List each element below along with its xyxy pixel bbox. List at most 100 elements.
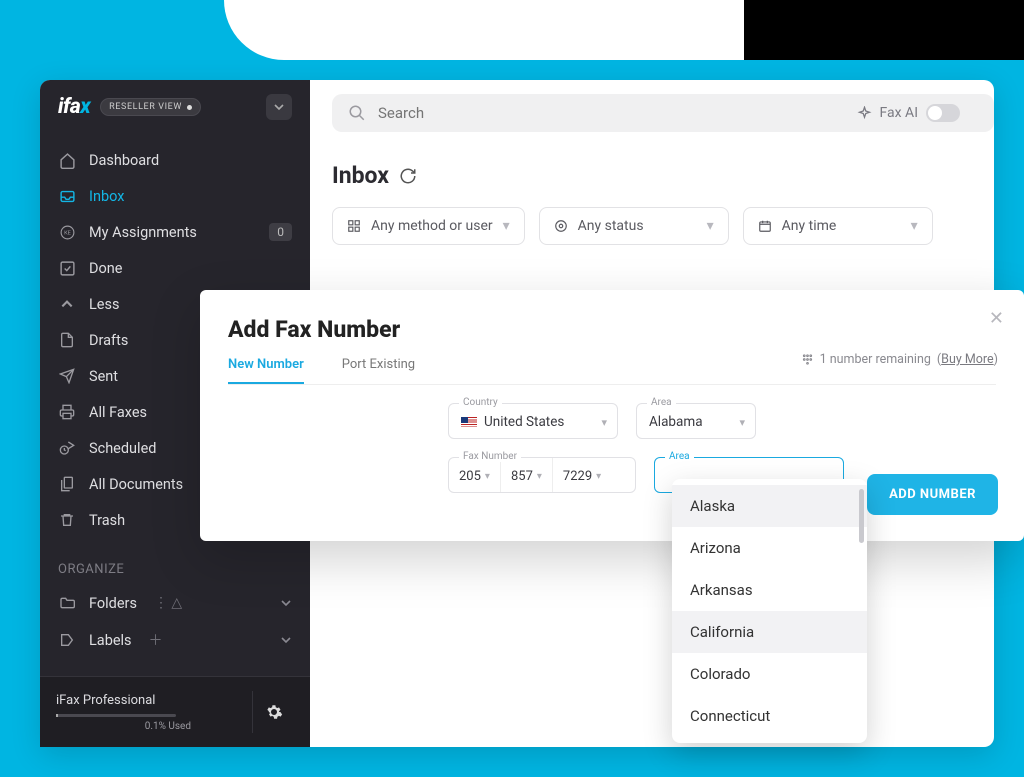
sidebar-item-label: Dashboard [89, 152, 159, 169]
filter-label: Any status [578, 218, 644, 234]
field-label: Country [459, 397, 502, 408]
buy-more-link[interactable]: Buy More [941, 352, 993, 367]
filter-method[interactable]: Any method or user ▾ [332, 207, 525, 245]
document-icon [58, 331, 76, 349]
trash-icon [58, 511, 76, 529]
area-option[interactable]: Colorado [672, 653, 867, 695]
sidebar-item-label: Folders [89, 595, 137, 612]
toggle-switch[interactable] [926, 104, 960, 122]
folder-icon [58, 594, 76, 612]
check-box-icon [58, 259, 76, 277]
top-bar: Fax AI [332, 94, 994, 132]
country-select[interactable]: Country United States ▾ [448, 403, 618, 439]
sidebar-item-label: My Assignments [89, 224, 197, 241]
sidebar-item-label: Less [89, 296, 119, 313]
sidebar-collapse[interactable] [266, 94, 292, 120]
page-title: Inbox [332, 162, 994, 189]
scrollbar[interactable] [859, 489, 864, 543]
sidebar-item-folders[interactable]: Folders ⋮ △ [40, 585, 310, 621]
filter-label: Any method or user [371, 218, 493, 234]
chevron-down-icon: ▾ [503, 218, 510, 234]
chevron-up-icon [58, 295, 76, 313]
refresh-icon[interactable] [399, 167, 417, 185]
area-option[interactable]: Arkansas [672, 569, 867, 611]
send-icon [58, 367, 76, 385]
area-option[interactable]: Connecticut [672, 695, 867, 737]
filter-time[interactable]: Any time ▾ [743, 207, 933, 245]
tab-new-number[interactable]: New Number [228, 357, 304, 384]
area-option[interactable]: California [672, 611, 867, 653]
sidebar-item-inbox[interactable]: Inbox [40, 178, 310, 214]
reseller-badge[interactable]: RESELLER VIEW [100, 98, 201, 116]
app-canvas: ifax RESELLER VIEW Dashboard Inbox KE My… [40, 80, 994, 747]
plus-icon[interactable]: ＋ [149, 630, 163, 650]
sidebar-item-dashboard[interactable]: Dashboard [40, 142, 310, 178]
sidebar-item-label: All Faxes [89, 404, 147, 421]
sidebar-item-label: All Documents [89, 476, 183, 493]
folder-sub-icons: ⋮ △ [154, 595, 182, 611]
sidebar-item-label: Sent [89, 368, 118, 385]
fax-seg-3[interactable]: 7229▾ [553, 458, 611, 492]
sidebar-header: ifax RESELLER VIEW [40, 80, 310, 134]
fax-seg-1[interactable]: 205▾ [449, 458, 501, 492]
filter-label: Any time [782, 218, 837, 234]
chevron-down-icon [280, 634, 292, 646]
sparkle-icon [857, 106, 872, 121]
filter-status[interactable]: Any status ▾ [539, 207, 729, 245]
close-button[interactable]: ✕ [989, 308, 1004, 329]
svg-text:KE: KE [64, 230, 72, 236]
gear-icon [265, 703, 283, 721]
fax-number-field[interactable]: Fax Number 205▾ 857▾ 7229▾ [448, 457, 636, 493]
sidebar-item-label: Inbox [89, 188, 124, 205]
field-label: Area [647, 397, 676, 408]
area-select[interactable]: Area Alabama ▾ [636, 403, 756, 439]
logo: ifax [58, 95, 90, 119]
chevron-down-icon: ▾ [739, 416, 745, 429]
area-option[interactable]: Alaska [672, 485, 867, 527]
area-option[interactable]: Arizona [672, 527, 867, 569]
sidebar-item-label: Labels [89, 632, 132, 649]
sidebar-item-assignments[interactable]: KE My Assignments 0 [40, 214, 310, 250]
dialpad-icon [801, 353, 814, 366]
fax-ai-label: Fax AI [880, 105, 918, 121]
home-icon [58, 151, 76, 169]
label-icon [58, 631, 76, 649]
count-badge: 0 [269, 223, 292, 241]
field-label: Fax Number [459, 451, 521, 462]
tab-port-existing[interactable]: Port Existing [342, 357, 415, 384]
add-fax-modal: ✕ Add Fax Number 1 number remaining (Buy… [200, 290, 1024, 541]
usage-text: 0.1% Used [56, 721, 191, 732]
sidebar-item-label: Done [89, 260, 122, 277]
chevron-down-icon: ▾ [911, 218, 918, 234]
search-input[interactable] [378, 104, 845, 122]
modal-title: Add Fax Number [228, 316, 996, 343]
search-icon [348, 104, 366, 122]
status-icon [554, 219, 568, 233]
numbers-remaining: 1 number remaining (Buy More) [801, 352, 998, 367]
documents-icon [58, 475, 76, 493]
usage-bar [56, 714, 176, 717]
us-flag-icon [461, 417, 477, 428]
field-label: Area [665, 451, 694, 462]
search-box[interactable]: Fax AI [332, 94, 994, 132]
assignments-icon: KE [58, 223, 76, 241]
sidebar-footer: iFax Professional 0.1% Used [40, 676, 310, 747]
organize-header: ORGANIZE [40, 546, 310, 585]
fax-ai-toggle[interactable]: Fax AI [857, 104, 978, 122]
sidebar-item-done[interactable]: Done [40, 250, 310, 286]
sidebar-item-labels[interactable]: Labels ＋ [40, 621, 310, 659]
sidebar-item-label: Drafts [89, 332, 128, 349]
grid-icon [347, 219, 361, 233]
chevron-down-icon [280, 597, 292, 609]
chevron-down-icon: ▾ [601, 416, 607, 429]
settings-button[interactable] [252, 691, 294, 733]
calendar-icon [758, 219, 772, 233]
sidebar-item-label: Trash [89, 512, 125, 529]
fax-seg-2[interactable]: 857▾ [501, 458, 553, 492]
sidebar-item-label: Scheduled [89, 440, 156, 457]
add-number-button[interactable]: ADD NUMBER [867, 474, 998, 515]
inbox-icon [58, 187, 76, 205]
plan-name: iFax Professional [56, 693, 252, 708]
printer-icon [58, 403, 76, 421]
clock-send-icon [58, 439, 76, 457]
